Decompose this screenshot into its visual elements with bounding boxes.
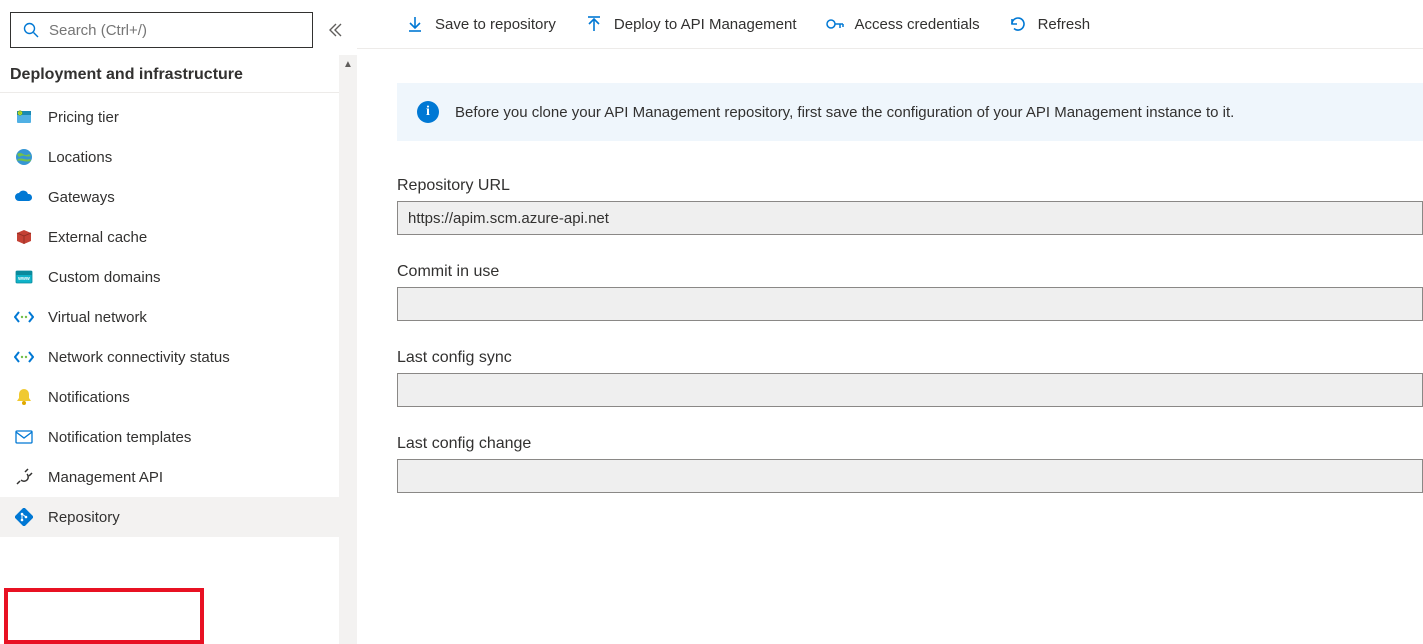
sidebar-item-label: Management API — [48, 469, 163, 486]
field-label: Repository URL — [397, 177, 1423, 195]
search-row — [0, 0, 357, 56]
pricing-tier-icon: $ — [14, 107, 34, 127]
plug-icon — [14, 467, 34, 487]
download-icon — [405, 14, 425, 34]
sidebar-item-pricing-tier[interactable]: $ Pricing tier — [0, 97, 357, 137]
upload-icon — [584, 14, 604, 34]
sidebar-item-label: Network connectivity status — [48, 349, 230, 366]
refresh-icon — [1008, 14, 1028, 34]
sidebar-item-label: Virtual network — [48, 309, 147, 326]
toolbar-label: Save to repository — [435, 16, 556, 33]
info-banner: i Before you clone your API Management r… — [397, 83, 1423, 141]
sidebar-item-gateways[interactable]: Gateways — [0, 177, 357, 217]
field-commit-in-use: Commit in use — [397, 263, 1423, 321]
sidebar-item-virtual-network[interactable]: Virtual network — [0, 297, 357, 337]
access-credentials-button[interactable]: Access credentials — [825, 14, 980, 34]
scrollbar[interactable]: ▲ — [339, 55, 357, 644]
search-icon — [21, 20, 41, 40]
sidebar-item-locations[interactable]: Locations — [0, 137, 357, 177]
sidebar-item-external-cache[interactable]: External cache — [0, 217, 357, 257]
sidebar-item-label: Locations — [48, 149, 112, 166]
field-label: Commit in use — [397, 263, 1423, 281]
network-icon — [14, 307, 34, 327]
search-box[interactable] — [10, 12, 313, 48]
toolbar: Save to repository Deploy to API Managem… — [357, 0, 1423, 49]
sidebar-item-repository[interactable]: Repository — [0, 497, 357, 537]
toolbar-label: Access credentials — [855, 16, 980, 33]
scroll-up-arrow[interactable]: ▲ — [339, 55, 357, 73]
field-label: Last config sync — [397, 349, 1423, 367]
field-label: Last config change — [397, 435, 1423, 453]
field-last-change: Last config change — [397, 435, 1423, 493]
globe-icon — [14, 147, 34, 167]
svg-text:www: www — [17, 276, 30, 282]
content-area: i Before you clone your API Management r… — [357, 49, 1423, 521]
svg-text:$: $ — [19, 111, 21, 115]
repository-url-input[interactable] — [397, 201, 1423, 235]
main-panel: Save to repository Deploy to API Managem… — [357, 0, 1423, 644]
field-repository-url: Repository URL — [397, 177, 1423, 235]
sidebar: Deployment and infrastructure $ Pricing … — [0, 0, 357, 644]
git-icon — [14, 507, 34, 527]
info-text: Before you clone your API Management rep… — [455, 104, 1234, 121]
deploy-button[interactable]: Deploy to API Management — [584, 14, 797, 34]
toolbar-label: Deploy to API Management — [614, 16, 797, 33]
sidebar-item-notification-templates[interactable]: Notification templates — [0, 417, 357, 457]
domain-icon: www — [14, 267, 34, 287]
network-status-icon — [14, 347, 34, 367]
refresh-button[interactable]: Refresh — [1008, 14, 1091, 34]
last-sync-input[interactable] — [397, 373, 1423, 407]
sidebar-item-label: Pricing tier — [48, 109, 119, 126]
sidebar-item-custom-domains[interactable]: www Custom domains — [0, 257, 357, 297]
section-header: Deployment and infrastructure — [0, 56, 357, 93]
commit-input[interactable] — [397, 287, 1423, 321]
last-change-input[interactable] — [397, 459, 1423, 493]
sidebar-item-label: Notification templates — [48, 429, 191, 446]
collapse-sidebar-button[interactable] — [323, 18, 347, 42]
field-last-sync: Last config sync — [397, 349, 1423, 407]
sidebar-item-label: Notifications — [48, 389, 130, 406]
sidebar-item-notifications[interactable]: Notifications — [0, 377, 357, 417]
sidebar-item-label: External cache — [48, 229, 147, 246]
sidebar-item-label: Repository — [48, 509, 120, 526]
sidebar-item-network-status[interactable]: Network connectivity status — [0, 337, 357, 377]
sidebar-item-management-api[interactable]: Management API — [0, 457, 357, 497]
nav-list: $ Pricing tier Locations Gateways Extern… — [0, 97, 357, 644]
save-to-repository-button[interactable]: Save to repository — [405, 14, 556, 34]
search-input[interactable] — [49, 22, 302, 39]
sidebar-item-label: Custom domains — [48, 269, 161, 286]
mail-icon — [14, 427, 34, 447]
sidebar-item-label: Gateways — [48, 189, 115, 206]
cloud-icon — [14, 187, 34, 207]
toolbar-label: Refresh — [1038, 16, 1091, 33]
cache-icon — [14, 227, 34, 247]
info-icon: i — [417, 101, 439, 123]
key-icon — [825, 14, 845, 34]
bell-icon — [14, 387, 34, 407]
